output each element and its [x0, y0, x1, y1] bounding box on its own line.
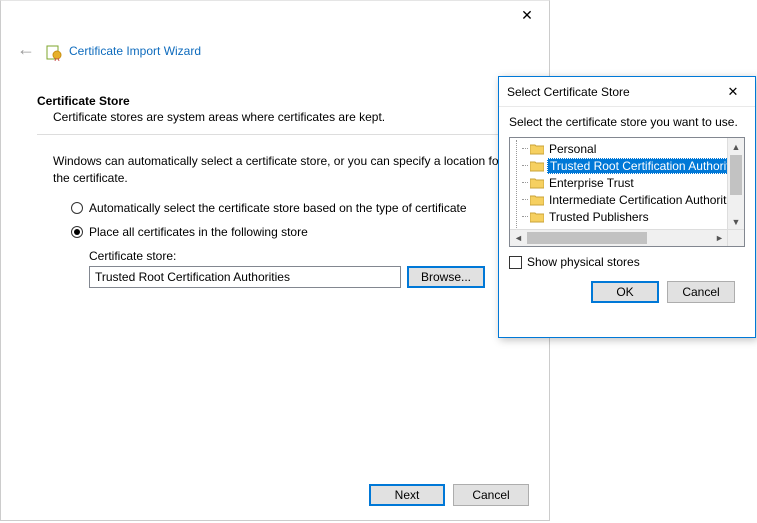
- tree-item-label: Enterprise Trust: [547, 176, 636, 190]
- cancel-button[interactable]: Cancel: [667, 281, 735, 303]
- wizard-body: Certificate Store Certificate stores are…: [1, 70, 549, 288]
- certificate-icon: [45, 43, 61, 59]
- scrollbar-thumb[interactable]: [527, 232, 647, 244]
- dialog-title: Select Certificate Store: [507, 85, 630, 99]
- divider: [37, 134, 513, 135]
- cancel-button[interactable]: Cancel: [453, 484, 529, 506]
- scroll-right-icon[interactable]: ►: [711, 230, 728, 246]
- show-physical-stores-checkbox[interactable]: Show physical stores: [509, 255, 745, 269]
- scroll-down-icon[interactable]: ▼: [728, 213, 744, 230]
- select-certificate-store-dialog: Select Certificate Store ✕ Select the ce…: [498, 76, 756, 338]
- dialog-prompt: Select the certificate store you want to…: [509, 115, 745, 129]
- radio-place-all[interactable]: Place all certificates in the following …: [71, 225, 513, 239]
- wizard-title: Certificate Import Wizard: [69, 44, 201, 58]
- scroll-left-icon[interactable]: ◄: [510, 230, 527, 246]
- tree-item-label: Trusted Root Certification Authorities: [547, 158, 745, 174]
- tree-item-label: Personal: [547, 142, 598, 156]
- show-physical-label: Show physical stores: [527, 255, 640, 269]
- horizontal-scrollbar[interactable]: ◄ ►: [510, 229, 728, 246]
- next-button[interactable]: Next: [369, 484, 445, 506]
- back-arrow-icon[interactable]: ←: [15, 39, 37, 62]
- certificate-store-block: Certificate store: Browse...: [37, 249, 513, 288]
- radio-auto-label: Automatically select the certificate sto…: [89, 201, 467, 215]
- radio-icon: [71, 202, 83, 214]
- wizard-titlebar: ✕: [1, 1, 549, 29]
- certificate-import-wizard: ✕ ← Certificate Import Wizard Certificat…: [0, 0, 550, 521]
- tree-item-label: Trusted Publishers: [547, 210, 651, 224]
- folder-icon: [530, 177, 544, 189]
- certificate-store-tree: Personal Trusted Root Certification Auth…: [509, 137, 745, 247]
- tree-item-trusted-publishers[interactable]: Trusted Publishers: [516, 208, 728, 225]
- scrollbar-thumb[interactable]: [730, 155, 742, 195]
- radio-icon: [71, 226, 83, 238]
- browse-button[interactable]: Browse...: [407, 266, 485, 288]
- tree-item-enterprise-trust[interactable]: Enterprise Trust: [516, 174, 728, 191]
- tree-item-label: Intermediate Certification Authorities: [547, 193, 744, 207]
- close-icon[interactable]: ✕: [505, 1, 549, 29]
- folder-icon: [530, 160, 544, 172]
- section-description: Certificate stores are system areas wher…: [37, 110, 513, 124]
- folder-icon: [530, 194, 544, 206]
- tree-item-trusted-root[interactable]: Trusted Root Certification Authorities: [516, 157, 728, 174]
- scrollbar-corner: [727, 229, 744, 246]
- dialog-titlebar: Select Certificate Store ✕: [499, 77, 755, 107]
- dialog-footer: OK Cancel: [509, 269, 745, 303]
- section-title: Certificate Store: [37, 94, 513, 108]
- radio-auto-select[interactable]: Automatically select the certificate sto…: [71, 201, 513, 215]
- certificate-store-input[interactable]: [89, 266, 401, 288]
- wizard-paragraph: Windows can automatically select a certi…: [37, 153, 513, 201]
- store-field-label: Certificate store:: [89, 249, 513, 263]
- folder-icon: [530, 143, 544, 155]
- vertical-scrollbar[interactable]: ▲ ▼: [727, 138, 744, 230]
- tree-list: Personal Trusted Root Certification Auth…: [510, 138, 728, 242]
- ok-button[interactable]: OK: [591, 281, 659, 303]
- radio-place-label: Place all certificates in the following …: [89, 225, 308, 239]
- wizard-footer: Next Cancel: [369, 484, 529, 506]
- checkbox-icon: [509, 256, 522, 269]
- folder-icon: [530, 211, 544, 223]
- dialog-body: Select the certificate store you want to…: [499, 107, 755, 313]
- radio-group: Automatically select the certificate sto…: [37, 201, 513, 239]
- scroll-up-icon[interactable]: ▲: [728, 138, 744, 155]
- close-icon[interactable]: ✕: [711, 77, 755, 107]
- wizard-header: ← Certificate Import Wizard: [1, 29, 549, 70]
- tree-item-intermediate[interactable]: Intermediate Certification Authorities: [516, 191, 728, 208]
- tree-item-personal[interactable]: Personal: [516, 140, 728, 157]
